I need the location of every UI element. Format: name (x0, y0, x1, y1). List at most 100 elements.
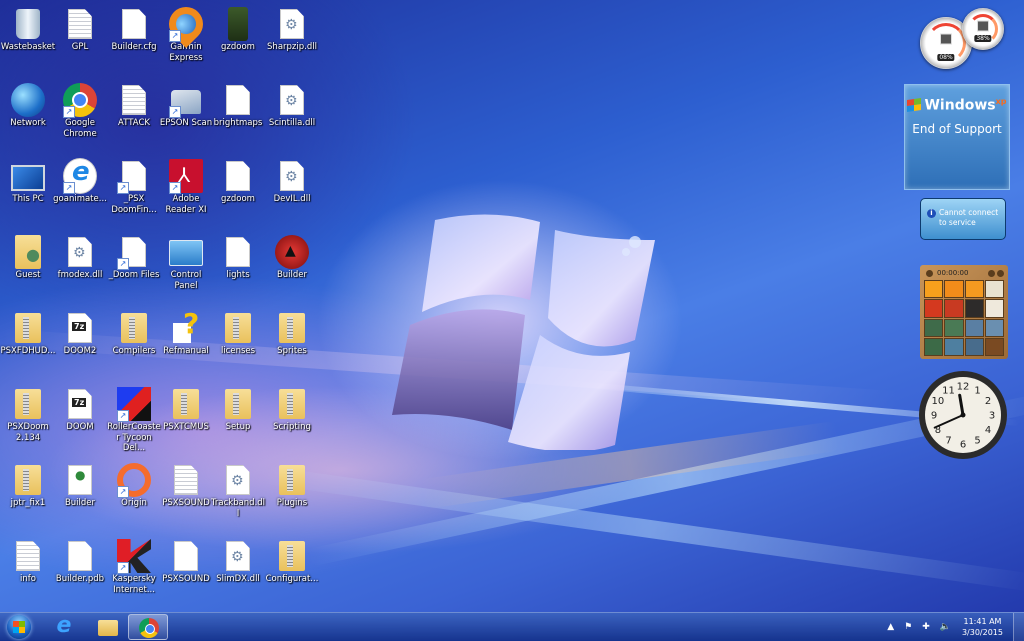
puzzle-tile[interactable] (984, 280, 1004, 299)
desktop-icon[interactable]: jptr_fix1 (0, 460, 56, 509)
desktop-icon[interactable]: ↗ RollerCoaster Tycoon Del... (106, 384, 162, 454)
clock-numeral: 9 (931, 411, 937, 422)
desktop-icon[interactable]: licenses (210, 308, 266, 357)
desktop-icon[interactable]: fmodex.dll (52, 232, 108, 281)
desktop-icon[interactable]: Builder.pdb (52, 536, 108, 585)
desktop-icon[interactable]: Compilers (106, 308, 162, 357)
desktop-icon[interactable]: Trackband.dll (210, 460, 266, 519)
desktop-icon[interactable]: Refmanual (158, 307, 214, 357)
desktop-icon[interactable]: ↗ Kaspersky Internet... (106, 536, 162, 595)
show-desktop-button[interactable] (1013, 613, 1024, 641)
puzzle-tile[interactable] (944, 318, 964, 337)
wallpaper-streak (262, 465, 1024, 593)
desktop-icon[interactable]: Control Panel (158, 232, 214, 291)
desktop-icon[interactable]: ↗ Origin (106, 460, 162, 509)
desktop[interactable]: Wastebasket Network This PC Guest PSXFDHUD..… (0, 0, 1024, 610)
desktop-icon[interactable]: ↗Garmin Express (158, 0, 214, 63)
desktop-icon[interactable]: PSXSOUND (158, 536, 214, 585)
picture-puzzle-gadget[interactable]: 00:00:00 (920, 265, 1008, 359)
desktop-icon[interactable]: Setup (210, 384, 266, 433)
puzzle-tile[interactable] (924, 318, 944, 337)
desktop-icon[interactable]: Plugins (264, 460, 320, 509)
desktop-icon[interactable]: ↗ _Doom Files (106, 232, 162, 281)
desktop-icon-label: PSXTCMUS (163, 422, 209, 432)
desktop-icon-label: goanimate... (53, 194, 107, 204)
desktop-icon[interactable]: PSXTCMUS (158, 384, 214, 433)
desktop-icon[interactable]: PSXDoom 2.134 (0, 384, 56, 443)
action-center-flag-icon[interactable]: ⚑ (904, 622, 912, 632)
desktop-icon[interactable]: PSXSOUND (158, 460, 214, 509)
desktop-icon[interactable]: Scripting (264, 384, 320, 433)
desktop-icon[interactable]: ↗ _PSX DoomFin... (106, 156, 162, 215)
desktop-icon[interactable]: ATTACK (106, 80, 162, 129)
puzzle-tile[interactable] (964, 337, 984, 356)
desktop-icon[interactable]: Network (0, 80, 56, 129)
show-hidden-icons-button[interactable]: ▲ (887, 622, 894, 632)
html-icon (68, 465, 92, 495)
puzzle-tile[interactable] (924, 280, 944, 299)
puzzle-tile[interactable] (984, 318, 1004, 337)
weather-gadget[interactable]: i Cannot connect to service (920, 198, 1006, 240)
desktop-icon-label: PSXSOUND (162, 498, 210, 508)
desktop-icon[interactable]: Configurat... (264, 536, 320, 585)
taskbar-clock[interactable]: 11:41 AM 3/30/2015 (962, 616, 1003, 638)
desktop-icon[interactable]: Builder.cfg (106, 4, 162, 53)
volume-icon[interactable]: 🔈 (940, 622, 951, 632)
desktop-icon-label: Control Panel (170, 270, 202, 291)
xp-end-of-support-gadget[interactable]: Windowsxp End of Support (904, 84, 1010, 190)
pause-timer-button[interactable] (926, 269, 933, 277)
desktop-icon[interactable]: info (0, 536, 56, 585)
puzzle-tile[interactable] (944, 280, 964, 299)
desktop-icon[interactable]: This PC (0, 156, 56, 205)
desktop-icon[interactable]: lights (210, 232, 266, 281)
desktop-icon[interactable]: Builder (264, 232, 320, 281)
network-icon[interactable]: ✚ (922, 622, 930, 632)
desktop-icon-label: Trackband.dll (210, 498, 266, 519)
desktop-icon-label: Configurat... (265, 574, 319, 584)
clock-numeral: 4 (985, 425, 991, 436)
puzzle-tile[interactable] (964, 318, 984, 337)
clock-numeral: 3 (989, 411, 995, 422)
desktop-icon[interactable]: Wastebasket (0, 4, 56, 53)
puzzle-tile[interactable] (964, 280, 984, 299)
clock-gadget[interactable]: 12 1234567891011 (918, 370, 1008, 460)
desktop-icon[interactable]: GPL (52, 4, 108, 53)
desktop-icon[interactable]: PSXFDHUD... (0, 308, 56, 357)
taskbar-internet-explorer[interactable]: e (44, 614, 84, 640)
puzzle-tile[interactable] (964, 299, 984, 318)
desktop-icon-label: PSXFDHUD... (0, 346, 56, 356)
desktop-icon[interactable]: gzdoom (210, 156, 266, 205)
solve-puzzle-button[interactable] (997, 269, 1004, 277)
puzzle-tile[interactable] (944, 299, 964, 318)
taskbar-google-chrome[interactable] (128, 614, 168, 640)
cpu-meter-gadget-memory-gauge[interactable]: 38% (962, 8, 1004, 50)
desktop-icon[interactable]: Builder (52, 460, 108, 509)
desktop-icon[interactable]: ↗ EPSON Scan (158, 80, 214, 129)
desktop-icon[interactable]: DOOM (52, 384, 108, 433)
puzzle-tile[interactable] (944, 337, 964, 356)
desktop-icon[interactable]: ↗Adobe Reader XI (158, 156, 214, 215)
desktop-icon[interactable]: Guest (0, 232, 56, 281)
desktop-icon[interactable]: gzdoom (210, 4, 266, 53)
puzzle-tile[interactable] (924, 299, 944, 318)
folder-icon (225, 389, 251, 419)
desktop-icon[interactable]: ↗goanimate... (52, 156, 108, 205)
folder-icon (279, 389, 305, 419)
desktop-icon[interactable]: ↗ Google Chrome (52, 80, 108, 139)
desktop-icon[interactable]: brightmaps (210, 80, 266, 129)
taskbar-windows-explorer[interactable] (88, 614, 128, 640)
desktop-icon[interactable]: SlimDX.dll (210, 536, 266, 585)
puzzle-board[interactable] (924, 280, 1004, 356)
puzzle-tile[interactable] (924, 337, 944, 356)
desktop-icon-label: Builder.pdb (55, 574, 105, 584)
puzzle-empty-slot[interactable] (984, 337, 1004, 356)
puzzle-tile[interactable] (984, 299, 1004, 318)
desktop-icon[interactable]: DOOM2 (52, 308, 108, 357)
desktop-icon[interactable]: Sharpzip.dll (264, 4, 320, 53)
clock-numeral: 11 (942, 385, 955, 396)
show-picture-button[interactable] (988, 269, 995, 277)
desktop-icon[interactable]: Sprites (264, 308, 320, 357)
desktop-icon[interactable]: Scintilla.dll (264, 80, 320, 129)
desktop-icon[interactable]: DevIL.dll (264, 156, 320, 205)
start-button[interactable] (2, 613, 36, 641)
